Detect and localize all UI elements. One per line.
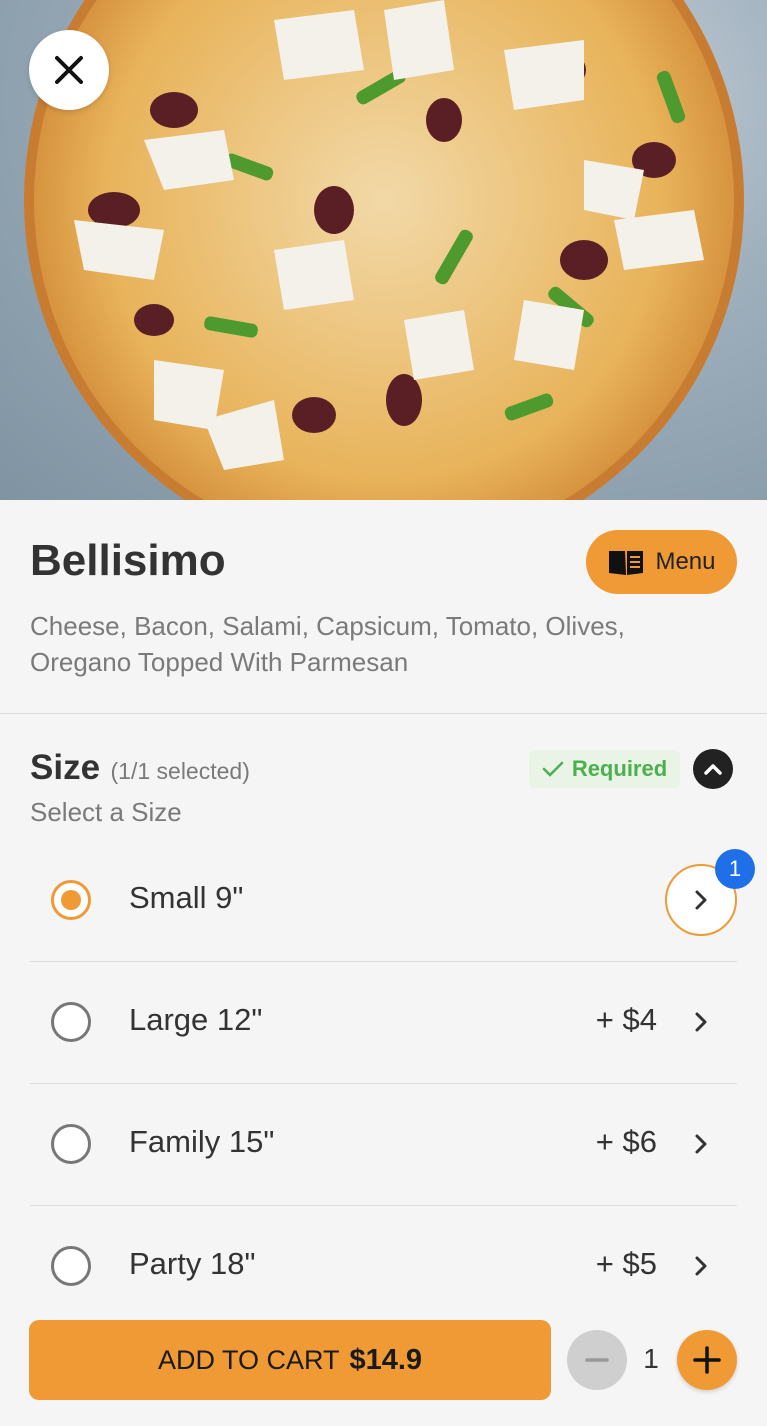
required-label: Required (571, 756, 668, 781)
radio-unselected[interactable] (51, 1246, 91, 1286)
cart-total-price: $14.9 (349, 1343, 423, 1376)
product-image (0, 0, 767, 500)
chevron-right-icon (695, 1012, 707, 1032)
product-info: Bellisimo Menu Cheese, Bacon, Salami, Ca… (0, 500, 767, 714)
radio-selected[interactable] (51, 880, 91, 920)
size-title: Size (30, 748, 101, 787)
add-to-cart-button[interactable]: ADD TO CART $14.9 (29, 1320, 551, 1400)
chevron-right-icon (695, 890, 707, 910)
book-icon (609, 551, 644, 575)
size-option-price: + $4 (595, 1002, 657, 1037)
check-icon (542, 761, 564, 777)
option-detail-button[interactable] (665, 986, 737, 1058)
chevron-right-icon (695, 1256, 707, 1276)
minus-icon (585, 1358, 609, 1362)
size-option-small[interactable]: Small 9" 1 (30, 840, 755, 962)
menu-button[interactable]: Menu (586, 530, 737, 594)
size-option-price: + $6 (595, 1124, 657, 1159)
quantity-increase-button[interactable] (677, 1330, 737, 1390)
chevron-up-icon (704, 764, 722, 775)
close-icon (55, 56, 83, 84)
radio-unselected[interactable] (51, 1124, 91, 1164)
close-button[interactable] (29, 30, 109, 110)
option-detail-button[interactable] (665, 1230, 737, 1302)
collapse-button[interactable] (693, 749, 733, 789)
required-badge: Required (529, 750, 680, 788)
menu-label: Menu (655, 548, 716, 575)
quantity-value: 1 (643, 1343, 659, 1374)
pizza-toppings (74, 0, 704, 470)
pizza-photo (24, 0, 744, 500)
size-option-label: Large 12" (129, 1002, 263, 1037)
size-selected-count: (1/1 selected) (110, 758, 250, 784)
size-option-label: Family 15" (129, 1124, 275, 1159)
size-option-large[interactable]: Large 12" + $4 (30, 962, 737, 1084)
product-title: Bellisimo (30, 536, 226, 585)
size-subtitle: Select a Size (30, 797, 182, 827)
size-option-label: Party 18" (129, 1246, 256, 1281)
option-detail-button[interactable] (665, 1108, 737, 1180)
size-option-family[interactable]: Family 15" + $6 (30, 1084, 737, 1206)
plus-icon (693, 1346, 721, 1374)
radio-unselected[interactable] (51, 1002, 91, 1042)
product-description: Cheese, Bacon, Salami, Capsicum, Tomato,… (30, 611, 625, 677)
cart-footer: ADD TO CART $14.9 1 (0, 1310, 767, 1426)
size-header: Size (1/1 selected) (30, 748, 250, 788)
add-to-cart-label: ADD TO CART (157, 1344, 340, 1375)
size-option-label: Small 9" (129, 880, 244, 915)
size-option-price: + $5 (595, 1246, 657, 1281)
count-badge: 1 (715, 849, 755, 889)
quantity-decrease-button[interactable] (567, 1330, 627, 1390)
option-detail-button[interactable]: 1 (665, 849, 755, 936)
chevron-right-icon (695, 1134, 707, 1154)
